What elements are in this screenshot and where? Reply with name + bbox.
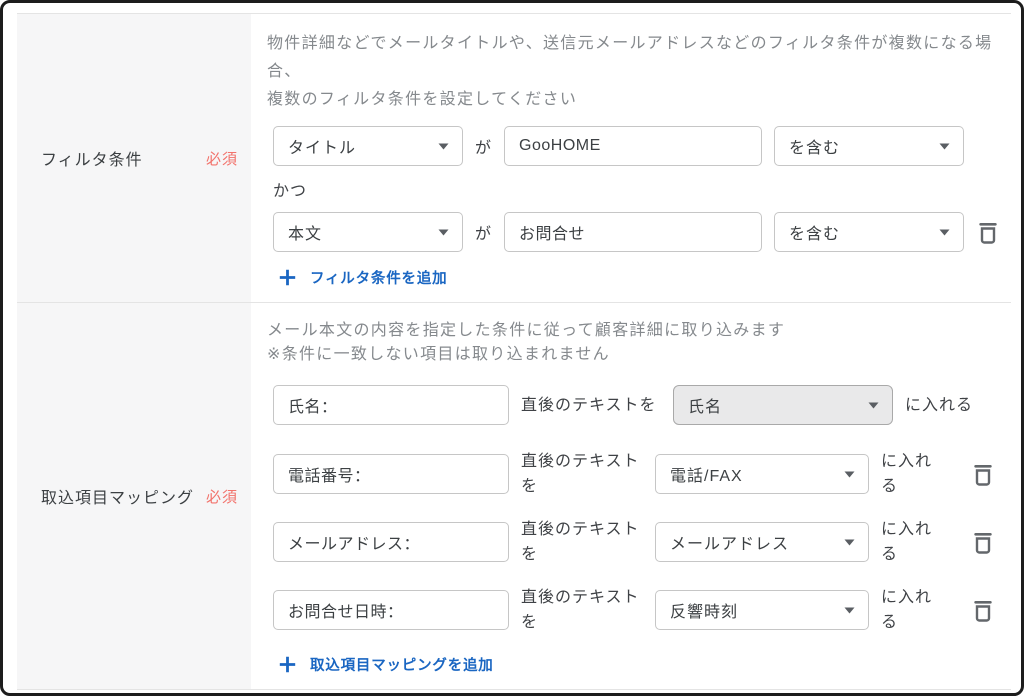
- mapping-suffix-text: に入れ る: [881, 453, 933, 495]
- mapping-mid-text: 直後のテキスト を: [521, 453, 640, 495]
- mapping-mid-text: 直後のテキスト を: [521, 589, 640, 631]
- conjunction-text: かつ: [273, 183, 308, 200]
- filter-condition-row: タイトル が を含む: [273, 126, 1011, 166]
- delete-mapping-button[interactable]: [971, 529, 995, 556]
- chevron-down-icon: [844, 607, 855, 614]
- filter-description: 物件詳細などでメールタイトルや、送信元メールアドレスなどのフィルタ条件が複数にな…: [267, 35, 993, 108]
- mapping-description: メール本文の内容を指定した条件に従って顧客詳細に取り込みます ※条件に一致しない…: [267, 322, 786, 363]
- mapping-row: 直後のテキスト を 電話/FAX に入れ る: [273, 449, 1011, 499]
- mapping-target-value: 電話/FAX: [670, 468, 743, 485]
- import-mapping-header: 取込項目マッピング 必須: [17, 303, 251, 689]
- mapping-target-select[interactable]: 氏名: [673, 385, 893, 425]
- chevron-down-icon: [438, 229, 449, 236]
- mapping-prefix-input[interactable]: [273, 385, 509, 425]
- trash-icon: [974, 600, 992, 622]
- mapping-target-select[interactable]: メールアドレス: [655, 522, 869, 562]
- chevron-down-icon: [939, 143, 950, 150]
- chevron-down-icon: [939, 229, 950, 236]
- delete-filter-condition-button[interactable]: [976, 219, 1000, 246]
- mapping-suffix-text: に入れ る: [881, 589, 933, 631]
- settings-form-frame: フィルタ条件 必須 物件詳細などでメールタイトルや、送信元メールアドレスなどのフ…: [0, 0, 1024, 696]
- filter-field-select[interactable]: タイトル: [273, 126, 463, 166]
- mapping-target-value: 反響時刻: [670, 604, 739, 621]
- mapping-suffix-text: に入れる: [905, 396, 974, 414]
- add-filter-condition-label: フィルタ条件を追加: [310, 270, 448, 287]
- mapping-suffix-text: に入れ る: [881, 521, 933, 563]
- delete-mapping-button[interactable]: [971, 461, 995, 488]
- connector-text: が: [475, 140, 493, 157]
- trash-icon: [974, 464, 992, 486]
- filter-operator-value: を含む: [789, 140, 841, 157]
- filter-field-value: タイトル: [288, 140, 357, 157]
- plus-icon: [279, 656, 296, 672]
- mapping-mid-text: 直後のテキストを: [521, 396, 657, 414]
- trash-icon: [974, 532, 992, 554]
- mapping-target-select[interactable]: 反響時刻: [655, 590, 869, 630]
- required-badge: 必須: [205, 150, 238, 168]
- mapping-target-value: 氏名: [688, 399, 723, 416]
- filter-conditions-section: フィルタ条件 必須 物件詳細などでメールタイトルや、送信元メールアドレスなどのフ…: [17, 14, 1011, 303]
- filter-operator-value: を含む: [789, 226, 841, 243]
- chevron-down-icon: [868, 402, 879, 409]
- mapping-prefix-input[interactable]: [273, 454, 509, 494]
- connector-text: が: [475, 226, 493, 243]
- mapping-mid-text: 直後のテキスト を: [521, 521, 640, 563]
- mail-import-settings-form: フィルタ条件 必須 物件詳細などでメールタイトルや、送信元メールアドレスなどのフ…: [17, 13, 1011, 690]
- mapping-target-value: メールアドレス: [670, 536, 790, 553]
- filter-conditions-header: フィルタ条件 必須: [17, 14, 251, 302]
- mapping-prefix-input[interactable]: [273, 590, 509, 630]
- import-mapping-content: メール本文の内容を指定した条件に従って顧客詳細に取り込みます ※条件に一致しない…: [251, 303, 1011, 689]
- import-mapping-label: 取込項目マッピング: [41, 490, 195, 507]
- required-badge: 必須: [205, 488, 238, 506]
- plus-icon: [279, 269, 296, 285]
- mapping-row: 直後のテキスト を 反響時刻 に入れ る: [273, 585, 1011, 635]
- filter-condition-row: 本文 が を含む: [273, 212, 1011, 252]
- filter-value-input[interactable]: [504, 126, 763, 166]
- add-mapping-button[interactable]: 取込項目マッピングを追加: [279, 653, 494, 675]
- delete-mapping-button[interactable]: [971, 597, 995, 624]
- mapping-prefix-input[interactable]: [273, 522, 509, 562]
- filter-field-value: 本文: [288, 226, 323, 243]
- filter-operator-select[interactable]: を含む: [774, 212, 965, 252]
- mapping-row: 直後のテキストを 氏名 に入れる: [273, 385, 1011, 425]
- import-mapping-section: 取込項目マッピング 必須 メール本文の内容を指定した条件に従って顧客詳細に取り込…: [17, 303, 1011, 690]
- mapping-target-select[interactable]: 電話/FAX: [655, 454, 869, 494]
- filter-operator-select[interactable]: を含む: [774, 126, 965, 166]
- trash-icon: [979, 222, 997, 244]
- filter-value-input[interactable]: [504, 212, 763, 252]
- chevron-down-icon: [438, 143, 449, 150]
- filter-field-select[interactable]: 本文: [273, 212, 463, 252]
- filter-conditions-content: 物件詳細などでメールタイトルや、送信元メールアドレスなどのフィルタ条件が複数にな…: [251, 14, 1011, 302]
- mapping-row: 直後のテキスト を メールアドレス に入れ る: [273, 517, 1011, 567]
- add-mapping-label: 取込項目マッピングを追加: [310, 657, 494, 674]
- chevron-down-icon: [844, 539, 855, 546]
- add-filter-condition-button[interactable]: フィルタ条件を追加: [279, 266, 447, 288]
- chevron-down-icon: [844, 471, 855, 478]
- filter-conditions-label: フィルタ条件: [41, 152, 143, 169]
